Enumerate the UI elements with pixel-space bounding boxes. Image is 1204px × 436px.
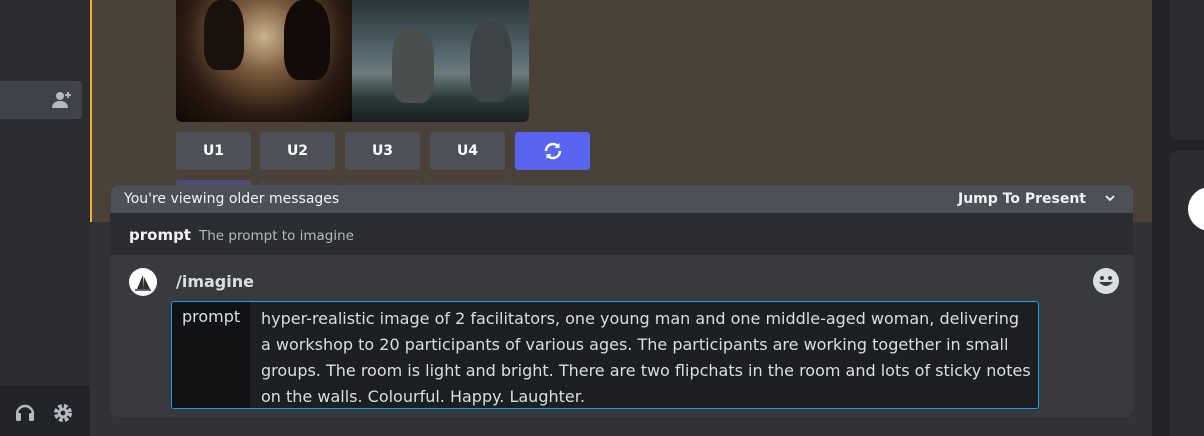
- reroll-button[interactable]: [515, 132, 590, 170]
- emoji-icon[interactable]: [1092, 267, 1120, 299]
- right-panel: [1152, 0, 1204, 436]
- right-panel-card: [1170, 0, 1204, 140]
- upscale-u3-button[interactable]: U3: [345, 132, 420, 170]
- slash-command-panel: prompt The prompt to imagine /imagine pr…: [110, 213, 1133, 417]
- upscale-u1-button[interactable]: U1: [176, 132, 251, 170]
- bot-avatar-icon: [129, 268, 157, 296]
- command-name: /imagine: [176, 272, 254, 291]
- chevron-down-icon[interactable]: [1104, 192, 1116, 208]
- generated-image-2[interactable]: [352, 0, 529, 122]
- option-name: prompt: [129, 226, 191, 244]
- prompt-input-label: prompt: [172, 302, 250, 408]
- generated-image-1[interactable]: [176, 0, 352, 122]
- image-grid[interactable]: [176, 0, 529, 122]
- sidebar-dm-item[interactable]: [0, 81, 82, 119]
- older-messages-banner: You're viewing older messages Jump To Pr…: [111, 185, 1133, 213]
- left-sidebar: [0, 0, 90, 436]
- jump-to-present-button[interactable]: Jump To Present: [958, 191, 1086, 207]
- option-description: The prompt to imagine: [199, 228, 354, 244]
- refresh-icon: [544, 142, 561, 160]
- upscale-u2-button[interactable]: U2: [260, 132, 335, 170]
- older-messages-text: You're viewing older messages: [124, 191, 340, 207]
- prompt-input-value[interactable]: hyper-realistic image of 2 facilitators,…: [261, 306, 1031, 408]
- option-hint: prompt The prompt to imagine: [110, 213, 1133, 255]
- user-panel: [0, 386, 90, 436]
- gear-icon[interactable]: [52, 402, 74, 428]
- upscale-u4-button[interactable]: U4: [430, 132, 505, 170]
- headphones-icon[interactable]: [14, 402, 36, 426]
- add-friend-icon[interactable]: [52, 91, 72, 113]
- highlight-bar: [90, 0, 92, 222]
- prompt-input[interactable]: prompt hyper-realistic image of 2 facili…: [171, 301, 1039, 409]
